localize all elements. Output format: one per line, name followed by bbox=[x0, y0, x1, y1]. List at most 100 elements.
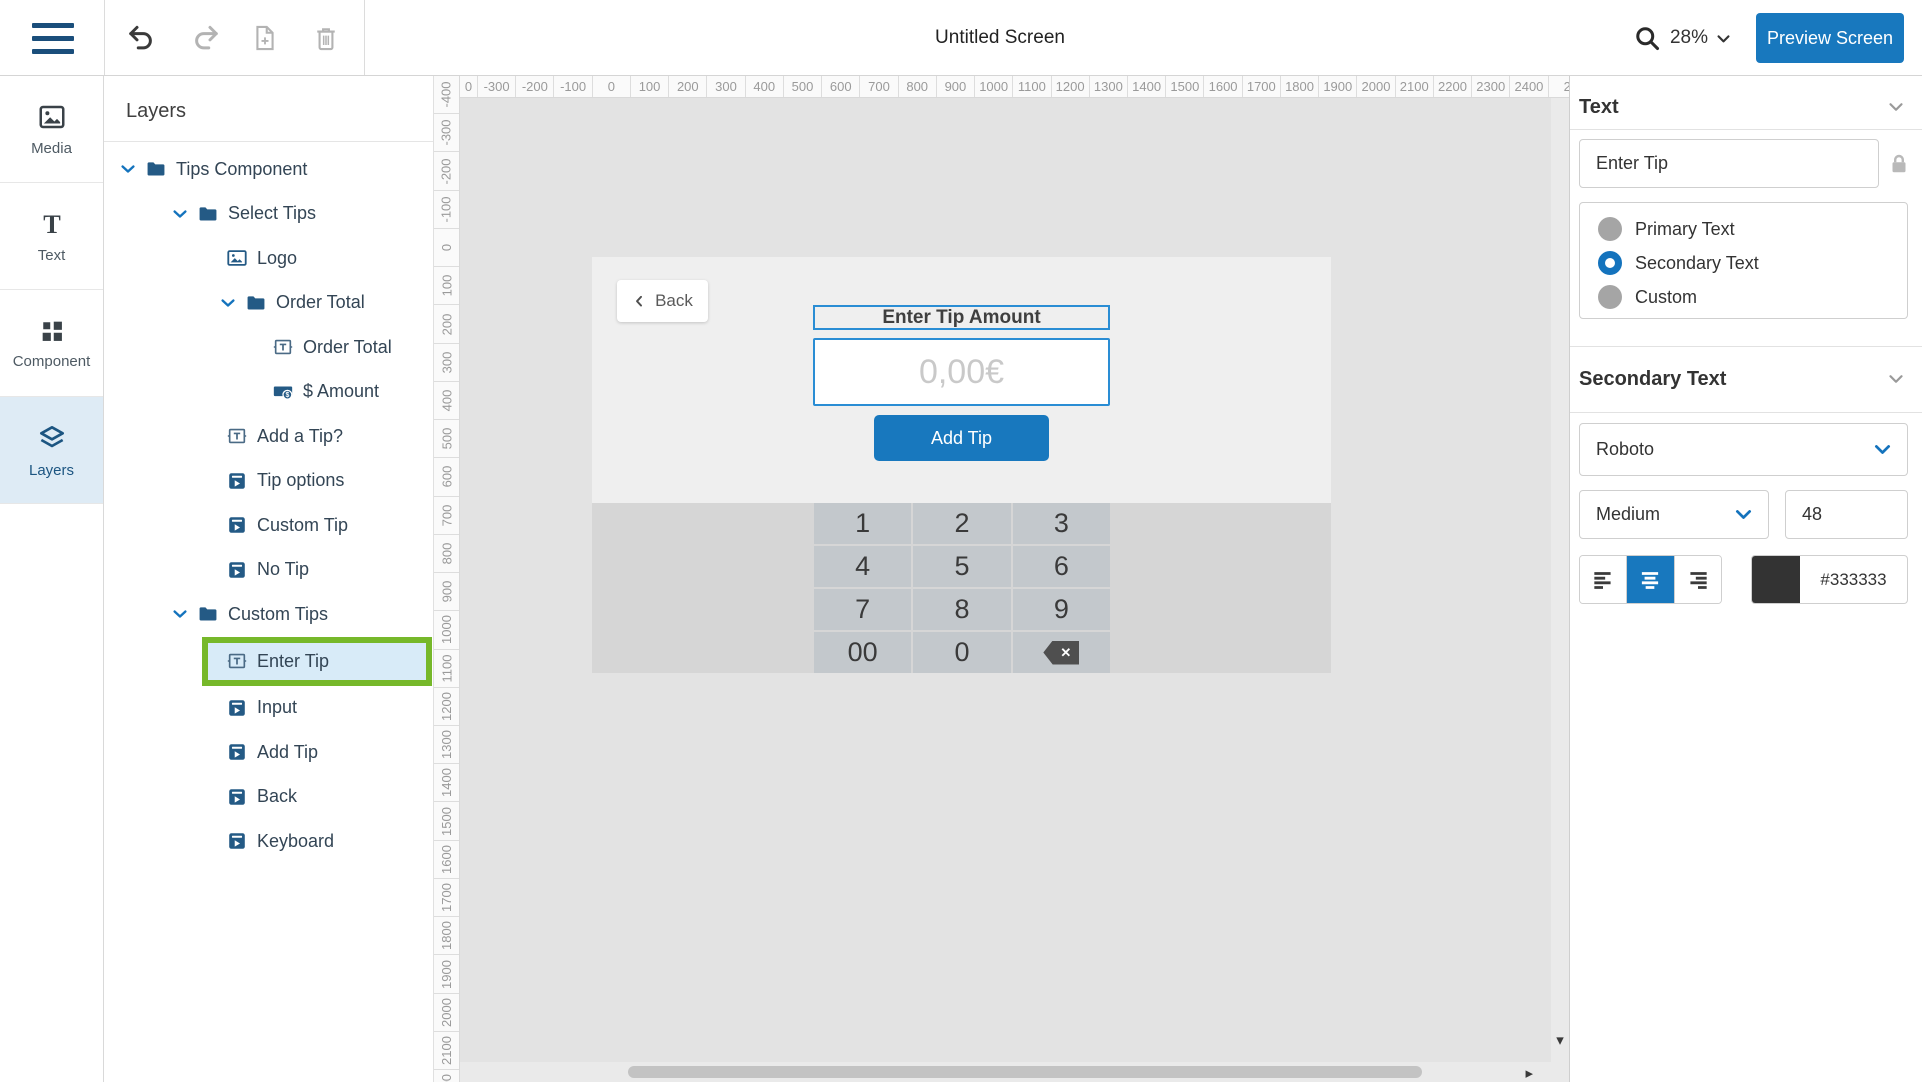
divider bbox=[104, 141, 433, 142]
key-9[interactable]: 9 bbox=[1013, 589, 1110, 630]
layer-label: Tips Component bbox=[176, 159, 307, 180]
radio-primary-text[interactable]: Primary Text bbox=[1580, 212, 1907, 246]
add-tip-button[interactable]: Add Tip bbox=[874, 415, 1049, 461]
layer-row-add-a-tip[interactable]: Add a Tip? bbox=[104, 414, 433, 459]
font-family-select[interactable]: Roboto bbox=[1579, 423, 1908, 476]
delete-button[interactable] bbox=[308, 20, 344, 56]
ruler-tick: 1600 bbox=[434, 841, 459, 879]
key-7[interactable]: 7 bbox=[814, 589, 911, 630]
screen-artboard[interactable]: Back Enter Tip Amount Add Tip 1234567890… bbox=[592, 257, 1331, 673]
ruler-tick: 1300 bbox=[434, 726, 459, 764]
divider bbox=[1570, 346, 1922, 347]
design-canvas[interactable]: Back Enter Tip Amount Add Tip 1234567890… bbox=[460, 98, 1569, 1082]
layer-label: Add Tip bbox=[257, 742, 318, 763]
sidebar-item-text[interactable]: TText bbox=[0, 183, 103, 290]
radio-button-icon[interactable] bbox=[1598, 285, 1622, 309]
menu-icon[interactable] bbox=[32, 23, 74, 54]
layer-row-enter-tip[interactable]: Enter Tip bbox=[202, 637, 432, 686]
search-icon[interactable] bbox=[1633, 24, 1661, 52]
key-6[interactable]: 6 bbox=[1013, 546, 1110, 587]
layer-label: Order Total bbox=[303, 337, 392, 358]
layers-tree: Tips ComponentSelect TipsLogoOrder Total… bbox=[104, 147, 433, 864]
layer-row-no-tip[interactable]: No Tip bbox=[104, 548, 433, 593]
sidebar-item-component[interactable]: Component bbox=[0, 290, 103, 397]
chevron-down-icon bbox=[170, 604, 190, 624]
text-align-group bbox=[1579, 555, 1722, 604]
layer-row-input[interactable]: Input bbox=[104, 686, 433, 731]
layer-row-tip-options[interactable]: Tip options bbox=[104, 459, 433, 504]
key-4[interactable]: 4 bbox=[814, 546, 911, 587]
backspace-key[interactable]: ✕ bbox=[1013, 632, 1110, 673]
layer-row-custom-tip[interactable]: Custom Tip bbox=[104, 503, 433, 548]
key-00[interactable]: 00 bbox=[814, 632, 911, 673]
chevron-down-icon[interactable] bbox=[118, 159, 138, 179]
ruler-tick: 2000 bbox=[1357, 76, 1395, 97]
layer-row-amount[interactable]: $$ Amount bbox=[104, 370, 433, 415]
sidebar-item-layers[interactable]: Layers bbox=[0, 397, 103, 504]
key-5[interactable]: 5 bbox=[913, 546, 1010, 587]
sidebar-item-media[interactable]: Media bbox=[0, 76, 103, 183]
layer-row-order-total[interactable]: Order Total bbox=[104, 325, 433, 370]
ruler-tick: 1500 bbox=[1166, 76, 1204, 97]
key-3[interactable]: 3 bbox=[1013, 503, 1110, 544]
chevron-down-icon[interactable] bbox=[218, 293, 238, 313]
ruler-tick: 1000 bbox=[434, 611, 459, 649]
canvas-horizontal-scrollbar[interactable]: ▸ bbox=[460, 1062, 1569, 1082]
radio-label: Primary Text bbox=[1635, 219, 1735, 240]
secondary-text-section-title: Secondary Text bbox=[1579, 368, 1726, 391]
tip-amount-input[interactable] bbox=[813, 338, 1110, 406]
radio-custom[interactable]: Custom bbox=[1580, 280, 1907, 314]
undo-icon bbox=[127, 23, 157, 53]
chevron-down-icon[interactable] bbox=[1715, 30, 1732, 47]
chevron-down-icon bbox=[170, 204, 190, 224]
ruler-tick: 1100 bbox=[1013, 76, 1051, 97]
layer-row-custom-tips[interactable]: Custom Tips bbox=[104, 592, 433, 637]
radio-secondary-text[interactable]: Secondary Text bbox=[1580, 246, 1907, 280]
layer-row-back[interactable]: Back bbox=[104, 775, 433, 820]
canvas-vertical-scrollbar[interactable]: ▾ bbox=[1551, 98, 1569, 1062]
layer-row-select-tips[interactable]: Select Tips bbox=[104, 192, 433, 237]
radio-button-icon[interactable] bbox=[1598, 217, 1622, 241]
chevron-down-icon[interactable] bbox=[170, 604, 190, 624]
chevron-down-icon[interactable] bbox=[170, 204, 190, 224]
horizontal-scroll-thumb[interactable] bbox=[628, 1066, 1422, 1078]
layer-row-keyboard[interactable]: Keyboard bbox=[104, 819, 433, 864]
enter-tip-amount-label[interactable]: Enter Tip Amount bbox=[813, 305, 1110, 330]
ruler-tick: -100 bbox=[434, 191, 459, 229]
preview-screen-button[interactable]: Preview Screen bbox=[1756, 13, 1904, 63]
new-screen-button[interactable] bbox=[247, 20, 283, 56]
zoom-level[interactable]: 28% bbox=[1670, 27, 1708, 49]
text-value-field[interactable] bbox=[1579, 139, 1879, 188]
undo-button[interactable] bbox=[124, 20, 160, 56]
secondary-text-section-header[interactable]: Secondary Text bbox=[1579, 359, 1907, 399]
layer-row-logo[interactable]: Logo bbox=[104, 236, 433, 281]
sidebar-item-label: Component bbox=[13, 353, 91, 370]
align-right-icon bbox=[1685, 567, 1711, 593]
canvas-back-button[interactable]: Back bbox=[617, 280, 708, 322]
layer-row-tips-component[interactable]: Tips Component bbox=[104, 147, 433, 192]
trash-icon bbox=[312, 24, 340, 52]
redo-button[interactable] bbox=[187, 20, 223, 56]
radio-button-icon[interactable] bbox=[1598, 251, 1622, 275]
component-element-icon bbox=[226, 786, 248, 808]
align-center-button[interactable] bbox=[1626, 556, 1674, 603]
layer-label: Custom Tips bbox=[228, 604, 328, 625]
key-8[interactable]: 8 bbox=[913, 589, 1010, 630]
key-0[interactable]: 0 bbox=[913, 632, 1010, 673]
font-color-control[interactable]: #333333 bbox=[1751, 555, 1908, 604]
scroll-right-arrow-icon[interactable]: ▸ bbox=[1525, 1064, 1533, 1082]
ruler-tick: 100 bbox=[434, 267, 459, 305]
font-size-field[interactable] bbox=[1785, 490, 1908, 539]
text-section-header[interactable]: Text bbox=[1579, 87, 1907, 127]
scroll-down-arrow-icon[interactable]: ▾ bbox=[1551, 1034, 1569, 1048]
font-weight-select[interactable]: Medium bbox=[1579, 490, 1769, 539]
align-right-button[interactable] bbox=[1675, 556, 1721, 603]
align-left-button[interactable] bbox=[1580, 556, 1626, 603]
layer-row-order-total[interactable]: Order Total bbox=[104, 281, 433, 326]
layer-row-add-tip[interactable]: Add Tip bbox=[104, 730, 433, 775]
key-2[interactable]: 2 bbox=[913, 503, 1010, 544]
divider bbox=[1570, 412, 1922, 413]
ruler-tick: 200 bbox=[434, 305, 459, 343]
key-1[interactable]: 1 bbox=[814, 503, 911, 544]
color-swatch[interactable] bbox=[1752, 556, 1800, 603]
